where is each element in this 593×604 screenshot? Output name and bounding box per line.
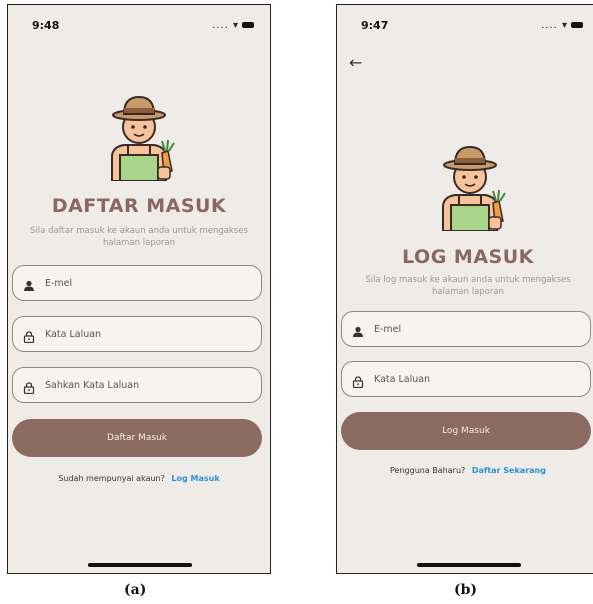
lock-icon <box>23 379 35 395</box>
caption-a: (a) <box>124 582 147 598</box>
home-indicator[interactable] <box>417 563 521 567</box>
back-arrow-icon[interactable]: ← <box>349 53 362 72</box>
login-prompt: Sudah mempunyai akaun? Log Masuk <box>8 474 270 483</box>
login-screen: 9:47 .... ▾ ← LOG MASUK Sila log masuk k… <box>336 4 593 574</box>
farmer-avatar-icon <box>111 95 175 181</box>
login-link[interactable]: Log Masuk <box>171 474 219 483</box>
email-placeholder: E-mel <box>374 323 402 335</box>
password-placeholder: Kata Laluan <box>45 328 102 340</box>
email-placeholder: E-mel <box>45 277 73 289</box>
password-field[interactable]: Kata Laluan <box>341 361 591 397</box>
person-icon <box>352 323 364 337</box>
login-button[interactable]: Log Masuk <box>341 412 591 450</box>
battery-icon <box>571 22 583 28</box>
lock-icon <box>23 328 35 344</box>
page-title: DAFTAR MASUK <box>51 195 227 217</box>
status-bar: 9:47 .... ▾ <box>355 19 585 33</box>
register-button[interactable]: Daftar Masuk <box>12 419 262 457</box>
person-icon <box>23 277 35 291</box>
battery-icon <box>242 22 254 28</box>
caption-b: (b) <box>454 582 478 598</box>
farmer-avatar-icon <box>442 145 506 231</box>
wifi-icon: ▾ <box>232 20 239 31</box>
status-icons: .... ▾ <box>212 20 254 31</box>
password-placeholder: Kata Laluan <box>374 373 431 385</box>
register-prompt: Pengguna Baharu? Daftar Sekarang <box>337 466 593 475</box>
password-field[interactable]: Kata Laluan <box>12 316 262 352</box>
page-subtitle: Sila log masuk ke akaun anda untuk menga… <box>365 275 571 297</box>
status-bar: 9:48 .... ▾ <box>26 19 256 33</box>
status-time: 9:47 <box>361 19 389 32</box>
confirm-password-field[interactable]: Sahkan Kata Laluan <box>12 367 262 403</box>
email-field[interactable]: E-mel <box>12 265 262 301</box>
home-indicator[interactable] <box>88 563 192 567</box>
wifi-icon: ▾ <box>561 20 568 31</box>
register-screen: 9:48 .... ▾ DAFTAR MASUK Sila daftar mas… <box>7 4 271 574</box>
register-prompt-text: Pengguna Baharu? <box>390 466 466 475</box>
email-field[interactable]: E-mel <box>341 311 591 347</box>
page-subtitle: Sila daftar masuk ke akaun anda untuk me… <box>30 226 248 248</box>
status-icons: .... ▾ <box>541 20 583 31</box>
confirm-password-placeholder: Sahkan Kata Laluan <box>45 379 140 391</box>
page-title: LOG MASUK <box>402 246 534 268</box>
status-time: 9:48 <box>32 19 60 32</box>
login-prompt-text: Sudah mempunyai akaun? <box>58 474 165 483</box>
register-now-link[interactable]: Daftar Sekarang <box>472 466 546 475</box>
lock-icon <box>352 373 364 389</box>
